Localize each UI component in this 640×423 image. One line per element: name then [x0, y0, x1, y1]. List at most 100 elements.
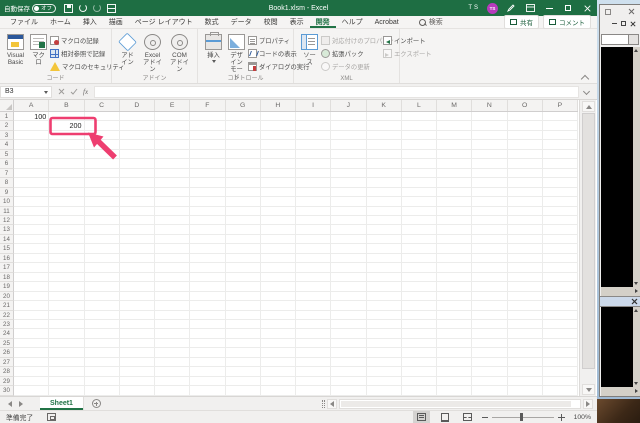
cell-A9[interactable]	[14, 187, 50, 198]
cell-D12[interactable]	[119, 215, 155, 226]
cell-C11[interactable]	[84, 206, 120, 216]
cell-E15[interactable]	[155, 244, 191, 254]
vbe-pane2[interactable]	[601, 307, 640, 387]
cell-G15[interactable]	[225, 244, 261, 254]
column-header-H[interactable]: H	[261, 100, 296, 111]
cell-J27[interactable]	[331, 357, 367, 368]
cell-A23[interactable]	[14, 319, 50, 330]
row-header-23[interactable]: 23	[0, 319, 14, 330]
cell-G10[interactable]	[225, 197, 261, 207]
cell-P21[interactable]	[542, 301, 578, 311]
minimize-button[interactable]	[543, 2, 555, 14]
cell-C7[interactable]	[84, 168, 120, 179]
cell-P14[interactable]	[542, 234, 578, 245]
cell-N7[interactable]	[472, 168, 508, 179]
scroll-left-icon[interactable]	[327, 399, 337, 409]
horizontal-scroll-thumb[interactable]	[341, 401, 572, 407]
row-header-1[interactable]: 1	[0, 112, 14, 122]
page-layout-view-button[interactable]	[436, 411, 453, 423]
cell-I26[interactable]	[296, 348, 332, 358]
cell-J10[interactable]	[331, 197, 367, 207]
cell-C21[interactable]	[84, 301, 120, 311]
cell-D14[interactable]	[119, 234, 155, 245]
cell-D18[interactable]	[119, 272, 155, 283]
cell-K1[interactable]	[366, 112, 402, 122]
mdi-close-icon[interactable]	[630, 20, 636, 27]
cell-M16[interactable]	[437, 253, 473, 264]
cell-D11[interactable]	[119, 206, 155, 216]
zoom-in-icon[interactable]	[558, 413, 565, 421]
avatar[interactable]: TS	[487, 2, 498, 14]
cell-P18[interactable]	[542, 272, 578, 283]
cell-D25[interactable]	[119, 338, 155, 349]
cell-J17[interactable]	[331, 263, 367, 273]
cell-E24[interactable]	[155, 329, 191, 339]
cell-N2[interactable]	[472, 121, 508, 131]
column-header-I[interactable]: I	[296, 100, 332, 111]
row-header-28[interactable]: 28	[0, 367, 14, 377]
tab-developer[interactable]: 開発	[310, 16, 336, 28]
cell-B18[interactable]	[49, 272, 85, 283]
cell-O20[interactable]	[507, 291, 543, 302]
cell-H26[interactable]	[260, 348, 296, 358]
cell-B21[interactable]	[49, 301, 85, 311]
cell-D1[interactable]	[119, 112, 155, 122]
cell-F3[interactable]	[190, 130, 226, 141]
cell-I2[interactable]	[296, 121, 332, 131]
cell-H12[interactable]	[260, 215, 296, 226]
cell-H7[interactable]	[260, 168, 296, 179]
cell-N3[interactable]	[472, 130, 508, 141]
cell-L16[interactable]	[401, 253, 437, 264]
tab-insert[interactable]: 挿入	[77, 16, 103, 28]
cell-P30[interactable]	[542, 386, 578, 396]
share-button[interactable]: 共有	[504, 15, 539, 29]
cell-O25[interactable]	[507, 338, 543, 349]
cell-C13[interactable]	[84, 225, 120, 235]
column-header-F[interactable]: F	[190, 100, 226, 111]
cell-P27[interactable]	[542, 357, 578, 368]
cell-P8[interactable]	[542, 178, 578, 188]
cell-E7[interactable]	[155, 168, 191, 179]
cell-E25[interactable]	[155, 338, 191, 349]
cell-E12[interactable]	[155, 215, 191, 226]
row-header-22[interactable]: 22	[0, 310, 14, 320]
cell-C23[interactable]	[84, 319, 120, 330]
vbe-pane2-close-icon[interactable]	[631, 298, 638, 305]
cell-N21[interactable]	[472, 301, 508, 311]
cell-E2[interactable]	[155, 121, 191, 131]
cell-K6[interactable]	[366, 159, 402, 169]
cell-K9[interactable]	[366, 187, 402, 198]
cell-J24[interactable]	[331, 329, 367, 339]
prev-sheet-icon[interactable]	[8, 400, 12, 407]
cell-K19[interactable]	[366, 282, 402, 292]
row-header-5[interactable]: 5	[0, 149, 14, 160]
cell-M23[interactable]	[437, 319, 473, 330]
cell-N8[interactable]	[472, 178, 508, 188]
cell-I1[interactable]	[296, 112, 332, 122]
cell-H30[interactable]	[260, 386, 296, 396]
row-header-29[interactable]: 29	[0, 376, 14, 387]
cell-A29[interactable]	[14, 376, 50, 387]
row-header-4[interactable]: 4	[0, 140, 14, 150]
cell-H17[interactable]	[260, 263, 296, 273]
cell-L9[interactable]	[401, 187, 437, 198]
redo-icon[interactable]	[93, 4, 102, 12]
cell-I15[interactable]	[296, 244, 332, 254]
cell-O2[interactable]	[507, 121, 543, 131]
cell-N29[interactable]	[472, 376, 508, 387]
cell-G14[interactable]	[225, 234, 261, 245]
cell-P16[interactable]	[542, 253, 578, 264]
cell-J25[interactable]	[331, 338, 367, 349]
cell-C27[interactable]	[84, 357, 120, 368]
cell-B23[interactable]	[49, 319, 85, 330]
zoom-slider-thumb[interactable]	[520, 413, 523, 421]
cell-I6[interactable]	[296, 159, 332, 169]
cell-K13[interactable]	[366, 225, 402, 235]
cell-F30[interactable]	[190, 386, 226, 396]
row-header-26[interactable]: 26	[0, 348, 14, 358]
cell-I9[interactable]	[296, 187, 332, 198]
cell-L8[interactable]	[401, 178, 437, 188]
cell-E14[interactable]	[155, 234, 191, 245]
column-header-P[interactable]: P	[543, 100, 578, 111]
cell-M6[interactable]	[437, 159, 473, 169]
